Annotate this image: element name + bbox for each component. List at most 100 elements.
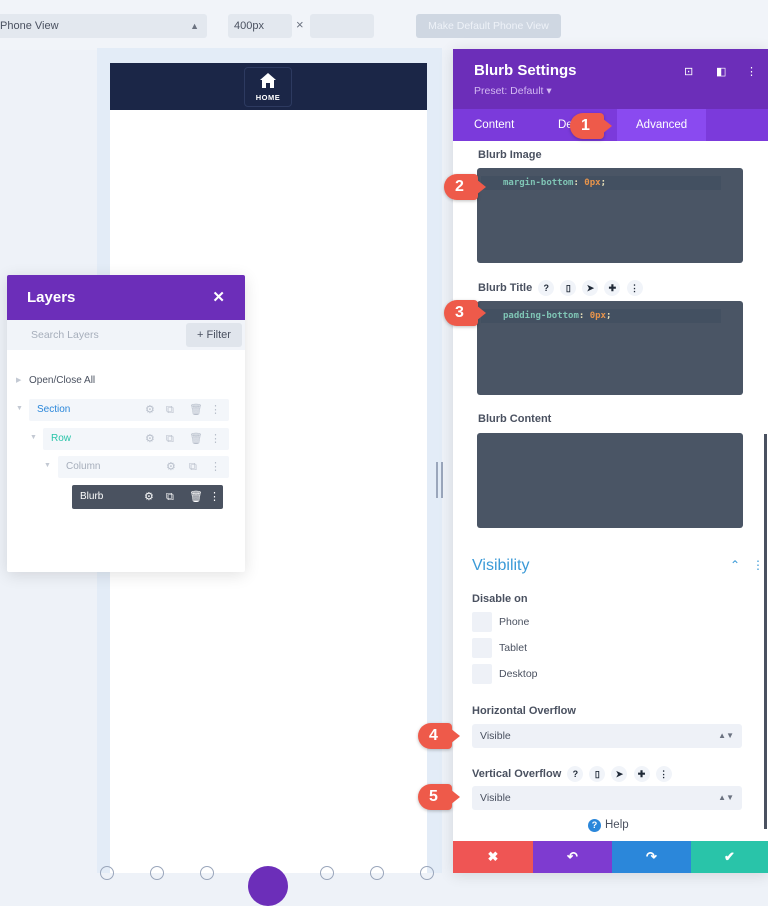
panel-footer: ✖ ↶ ↷ ✔	[453, 841, 768, 873]
blurb-content-css-editor[interactable]	[477, 433, 743, 528]
undo-button[interactable]: ↶	[533, 841, 612, 873]
preset-dropdown[interactable]: Preset: Default ▾	[474, 85, 552, 97]
toolbar-dot[interactable]	[320, 866, 334, 880]
panel-scrollbar[interactable]	[764, 434, 767, 829]
view-select-value: Phone View	[0, 20, 59, 32]
more-icon[interactable]: ⋮	[752, 558, 764, 572]
tab-advanced[interactable]: Advanced	[617, 109, 707, 141]
annotation-badge-4: 4	[418, 723, 460, 749]
caret-down-icon[interactable]: ▼	[16, 405, 23, 412]
help-circle-icon: ?	[588, 819, 601, 832]
duplicate-icon[interactable]: ⧉	[166, 428, 174, 450]
responsive-toolbar: Phone View ▲ 400px × Make Default Phone …	[0, 0, 768, 50]
toolbar-dot[interactable]	[200, 866, 214, 880]
height-input[interactable]	[310, 14, 374, 38]
panel-title: Blurb Settings	[474, 62, 577, 79]
view-select[interactable]: Phone View ▲	[0, 14, 207, 38]
gear-icon[interactable]: ⚙	[145, 399, 155, 421]
fullscreen-icon[interactable]: ⊡	[684, 65, 693, 78]
nav-home-label: HOME	[255, 93, 281, 102]
checkbox[interactable]	[472, 664, 492, 684]
trash-icon[interactable]: 🗑	[189, 485, 203, 509]
cursor-icon[interactable]: ➤	[611, 766, 628, 782]
layers-title: Layers	[27, 289, 76, 306]
horizontal-overflow-select[interactable]: Visible ▲▼	[472, 724, 742, 748]
pin-icon[interactable]: ✚	[633, 766, 650, 782]
more-icon[interactable]: ⋮	[655, 766, 672, 782]
width-input[interactable]: 400px	[228, 14, 292, 38]
gear-icon[interactable]: ⚙	[145, 428, 155, 450]
dimension-separator: ×	[296, 17, 304, 32]
duplicate-icon[interactable]: ⧉	[166, 485, 174, 509]
device-icon[interactable]: ▯	[589, 766, 606, 782]
toolbar-dot[interactable]	[370, 866, 384, 880]
more-icon[interactable]: ⋮	[209, 485, 220, 509]
annotation-badge-3: 3	[444, 300, 486, 326]
annotation-badge-2: 2	[444, 174, 486, 200]
code-line: margin-bottom: 0px;	[481, 176, 721, 190]
nav-home-item[interactable]: HOME	[244, 67, 292, 107]
trash-icon[interactable]: 🗑	[189, 428, 203, 450]
tab-content[interactable]: Content	[474, 109, 514, 141]
duplicate-icon[interactable]: ⧉	[189, 456, 197, 478]
sidebar-layout-icon[interactable]: ◧	[716, 65, 726, 78]
more-icon[interactable]: ⋮	[210, 456, 221, 478]
trash-icon[interactable]: 🗑	[189, 399, 203, 421]
blurb-content-label: Blurb Content	[478, 413, 552, 425]
more-icon[interactable]: ⋮	[626, 280, 643, 296]
checkbox[interactable]	[472, 638, 492, 658]
blurb-settings-panel: Blurb Settings Preset: Default ▾ ⊡ ◧ ⋮ C…	[453, 49, 768, 873]
toolbar-dot[interactable]	[100, 866, 114, 880]
more-icon[interactable]: ⋮	[210, 399, 221, 421]
home-icon	[260, 73, 276, 88]
help-icon[interactable]: ?	[538, 280, 555, 296]
select-arrows-icon: ▲▼	[718, 793, 734, 802]
layer-column[interactable]: Column ⚙ ⧉ ⋮	[58, 456, 229, 478]
layer-blurb[interactable]: Blurb ⚙ ⧉ 🗑 ⋮	[72, 485, 223, 509]
main-action-button[interactable]	[248, 866, 288, 906]
blurb-image-css-editor[interactable]: margin-bottom: 0px;	[477, 168, 743, 263]
layers-search-bar: Search Layers + Filter	[7, 320, 245, 350]
annotation-badge-1: 1	[570, 113, 612, 139]
redo-button[interactable]: ↷	[612, 841, 691, 873]
vertical-overflow-select[interactable]: Visible ▲▼	[472, 786, 742, 810]
gear-icon[interactable]: ⚙	[166, 456, 176, 478]
duplicate-icon[interactable]: ⧉	[166, 399, 174, 421]
layer-row[interactable]: Row ⚙ ⧉ 🗑 ⋮	[43, 428, 229, 450]
code-line: padding-bottom: 0px;	[481, 309, 721, 323]
pin-icon[interactable]: ✚	[604, 280, 621, 296]
toolbar-dot[interactable]	[420, 866, 434, 880]
layer-section[interactable]: Section ⚙ ⧉ 🗑 ⋮	[29, 399, 229, 421]
disable-on-label: Disable on	[472, 593, 528, 605]
panel-header: Blurb Settings Preset: Default ▾ ⊡ ◧ ⋮	[453, 49, 768, 109]
caret-down-icon[interactable]: ▼	[44, 462, 51, 469]
blurb-title-label: Blurb Title ? ▯ ➤ ✚ ⋮	[478, 280, 643, 296]
close-icon[interactable]: ✕	[212, 275, 225, 320]
cancel-button[interactable]: ✖	[453, 841, 533, 873]
visibility-section-title[interactable]: Visibility	[472, 557, 530, 575]
help-link[interactable]: ? Help	[588, 819, 629, 832]
device-icon[interactable]: ▯	[560, 280, 577, 296]
toolbar-dot[interactable]	[150, 866, 164, 880]
vertical-overflow-label: Vertical Overflow ? ▯ ➤ ✚ ⋮	[472, 766, 672, 782]
layers-header: Layers ✕	[7, 275, 245, 320]
more-icon[interactable]: ⋮	[746, 65, 757, 78]
more-icon[interactable]: ⋮	[210, 428, 221, 450]
select-arrows-icon: ▲▼	[718, 731, 734, 740]
caret-right-icon: ▶	[16, 377, 22, 384]
gear-icon[interactable]: ⚙	[144, 485, 154, 509]
cursor-icon[interactable]: ➤	[582, 280, 599, 296]
caret-down-icon[interactable]: ▼	[30, 434, 37, 441]
make-default-view-button[interactable]: Make Default Phone View	[416, 14, 561, 38]
chevron-up-icon[interactable]: ⌃	[730, 558, 740, 572]
horizontal-overflow-label: Horizontal Overflow	[472, 705, 576, 717]
save-button[interactable]: ✔	[691, 841, 768, 873]
help-icon[interactable]: ?	[567, 766, 584, 782]
select-arrows-icon: ▲	[190, 21, 199, 31]
checkbox[interactable]	[472, 612, 492, 632]
resize-handle[interactable]	[436, 462, 444, 498]
layers-panel: Layers ✕ Search Layers + Filter ▶ Open/C…	[7, 275, 245, 572]
filter-button[interactable]: + Filter	[186, 323, 242, 347]
layers-search-input[interactable]: Search Layers	[31, 329, 99, 341]
blurb-title-css-editor[interactable]: padding-bottom: 0px;	[477, 301, 743, 395]
